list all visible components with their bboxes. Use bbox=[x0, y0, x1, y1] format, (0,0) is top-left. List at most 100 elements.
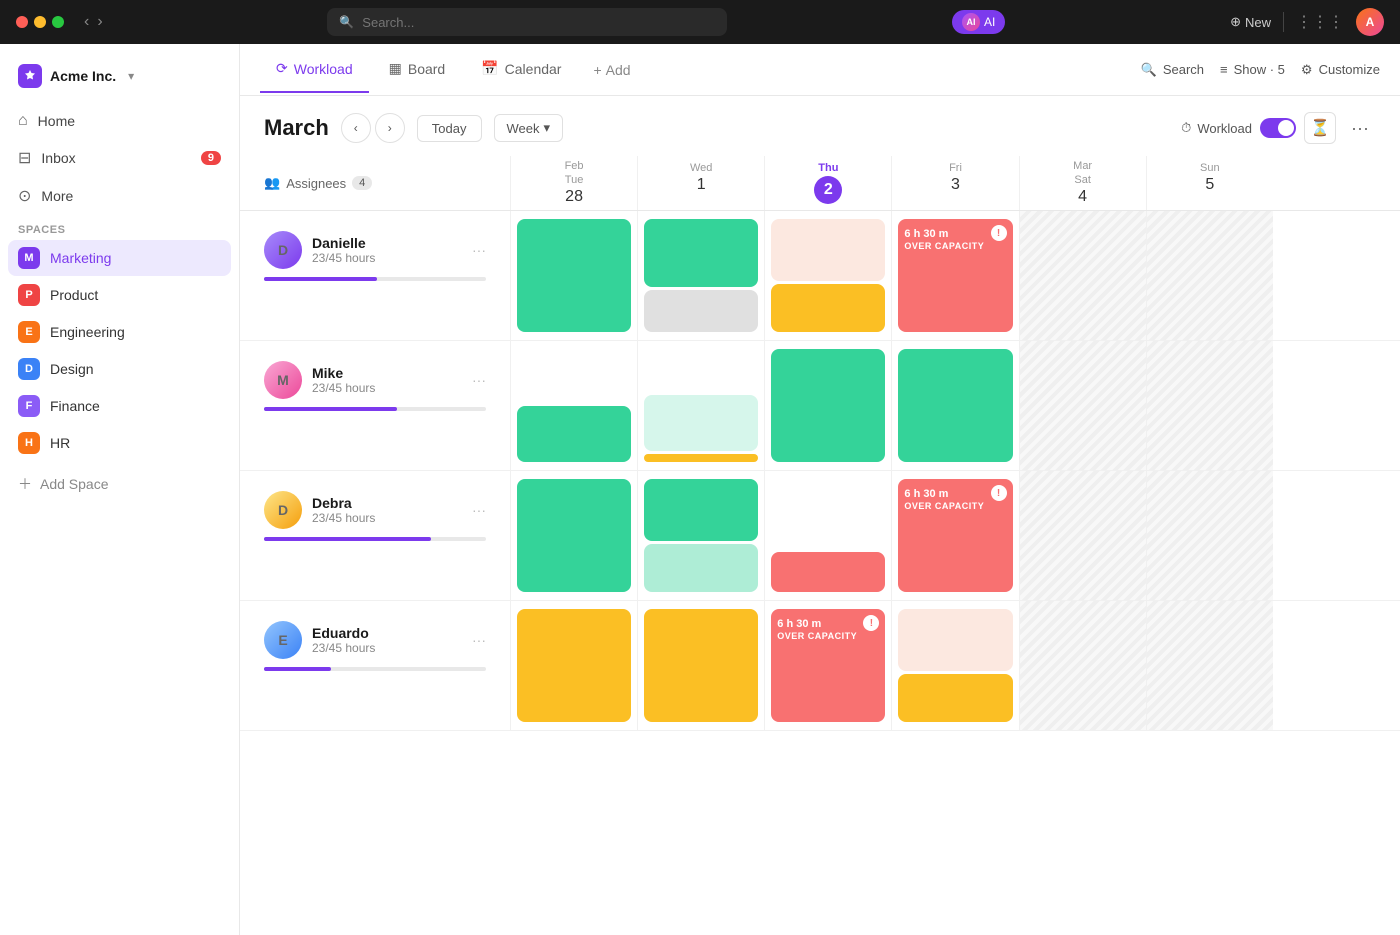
ai-icon: AI bbox=[962, 13, 980, 31]
eduardo-cell-3[interactable] bbox=[891, 601, 1018, 730]
debra-progress-fill bbox=[264, 537, 431, 541]
search-icon: 🔍 bbox=[1141, 62, 1157, 78]
person-row-danielle: D Danielle 23/45 hours ··· bbox=[240, 211, 1400, 341]
add-space-label: Add Space bbox=[40, 476, 109, 492]
mike-menu[interactable]: ··· bbox=[472, 372, 486, 388]
month-nav: ‹ › bbox=[341, 113, 405, 143]
mike-cell-3[interactable] bbox=[891, 341, 1018, 470]
person-header-debra: D Debra 23/45 hours ··· bbox=[264, 491, 486, 529]
content-area: ⟳ Workload ▦ Board 📅 Calendar + Add 🔍 Se… bbox=[240, 44, 1400, 935]
danielle-cell-0[interactable] bbox=[510, 211, 637, 340]
danielle-menu[interactable]: ··· bbox=[472, 242, 486, 258]
next-month-button[interactable]: › bbox=[375, 113, 405, 143]
board-icon: ▦ bbox=[389, 60, 402, 77]
global-search-bar[interactable]: 🔍 bbox=[327, 8, 727, 36]
danielle-cell-2[interactable] bbox=[764, 211, 891, 340]
ai-button[interactable]: AI AI bbox=[952, 10, 1005, 34]
mike-cell-0[interactable] bbox=[510, 341, 637, 470]
cal-month-0: Feb bbox=[511, 160, 637, 172]
sidebar-item-marketing[interactable]: M Marketing bbox=[8, 240, 231, 276]
danielle-cell-1[interactable] bbox=[637, 211, 764, 340]
tab-workload[interactable]: ⟳ Workload bbox=[260, 46, 369, 93]
filter-button[interactable]: ⏳ bbox=[1304, 112, 1336, 144]
user-avatar[interactable]: A bbox=[1356, 8, 1384, 36]
sidebar-item-product[interactable]: P Product bbox=[8, 277, 231, 313]
eduardo-menu[interactable]: ··· bbox=[472, 632, 486, 648]
search-label: Search bbox=[1163, 62, 1204, 77]
tab-calendar-label: Calendar bbox=[505, 61, 562, 77]
search-icon: 🔍 bbox=[339, 15, 354, 29]
prev-month-button[interactable]: ‹ bbox=[341, 113, 371, 143]
new-button[interactable]: ⊕ New bbox=[1230, 14, 1271, 30]
customize-action[interactable]: ⚙ Customize bbox=[1301, 62, 1380, 78]
topbar: ‹ › 🔍 AI AI ⊕ New ⋮⋮⋮ A bbox=[0, 0, 1400, 44]
sidebar-item-more[interactable]: ⊙ More bbox=[8, 178, 231, 214]
mike-cell-1[interactable] bbox=[637, 341, 764, 470]
global-search-input[interactable] bbox=[362, 15, 715, 30]
divider bbox=[1283, 12, 1284, 32]
cal-daynum-1: 1 bbox=[638, 176, 764, 194]
sidebar-item-product-label: Product bbox=[50, 287, 98, 303]
cal-col-2: Thu 2 bbox=[764, 156, 891, 210]
sidebar-item-design[interactable]: D Design bbox=[8, 351, 231, 387]
close-dot[interactable] bbox=[16, 16, 28, 28]
mike-progress-fill bbox=[264, 407, 397, 411]
workload-icon: ⟳ bbox=[276, 60, 288, 77]
sidebar-item-hr-label: HR bbox=[50, 435, 70, 451]
show-label: Show · 5 bbox=[1234, 62, 1285, 77]
back-icon[interactable]: ‹ bbox=[84, 13, 89, 31]
grid-icon[interactable]: ⋮⋮⋮ bbox=[1296, 12, 1344, 32]
mike-cell-2[interactable] bbox=[764, 341, 891, 470]
plus-icon: ＋ bbox=[18, 474, 32, 494]
calendar-columns: Feb Tue 28 Wed 1 Thu 2 bbox=[510, 156, 1400, 210]
maximize-dot[interactable] bbox=[52, 16, 64, 28]
danielle-cells: 6 h 30 m OVER CAPACITY ! bbox=[510, 211, 1400, 340]
more-icon: ⊙ bbox=[18, 186, 31, 206]
person-info-danielle: D Danielle 23/45 hours ··· bbox=[240, 211, 510, 340]
debra-cell-1[interactable] bbox=[637, 471, 764, 600]
tab-board[interactable]: ▦ Board bbox=[373, 46, 462, 93]
sidebar-item-home[interactable]: ⌂ Home bbox=[8, 104, 231, 138]
debra-cell-5 bbox=[1146, 471, 1273, 600]
person-header-mike: M Mike 23/45 hours ··· bbox=[264, 361, 486, 399]
debra-cell-0[interactable] bbox=[510, 471, 637, 600]
tab-calendar[interactable]: 📅 Calendar bbox=[465, 46, 577, 93]
today-button[interactable]: Today bbox=[417, 115, 482, 142]
eduardo-cell-1[interactable] bbox=[637, 601, 764, 730]
workload-controls: March ‹ › Today Week ▾ ⏱ Workload bbox=[240, 96, 1400, 156]
debra-avatar: D bbox=[264, 491, 302, 529]
eduardo-cell-2[interactable]: 6 h 30 m OVER CAPACITY ! bbox=[764, 601, 891, 730]
sidebar-item-inbox[interactable]: ⊟ Inbox 9 bbox=[8, 140, 231, 176]
debra-cell-3[interactable]: 6 h 30 m OVER CAPACITY ! bbox=[891, 471, 1018, 600]
cal-daynum-3: 3 bbox=[892, 176, 1018, 194]
debra-menu[interactable]: ··· bbox=[472, 502, 486, 518]
cal-dayname-3: Fri bbox=[892, 162, 1018, 174]
add-icon: + bbox=[593, 62, 601, 78]
more-options-button[interactable]: ··· bbox=[1344, 112, 1376, 144]
filter-icon: ⏳ bbox=[1310, 118, 1330, 138]
forward-icon[interactable]: › bbox=[97, 13, 102, 31]
tab-add[interactable]: + Add bbox=[581, 54, 642, 86]
workspace-selector[interactable]: Acme Inc. ▾ bbox=[8, 56, 231, 96]
danielle-cell-3[interactable]: 6 h 30 m OVER CAPACITY ! bbox=[891, 211, 1018, 340]
cal-col-5: Sun 5 bbox=[1146, 156, 1273, 210]
minimize-dot[interactable] bbox=[34, 16, 46, 28]
debra-progress-bg bbox=[264, 537, 486, 541]
week-button[interactable]: Week ▾ bbox=[494, 114, 564, 142]
debra-cell-4 bbox=[1019, 471, 1146, 600]
assignees-column-header: 👥 Assignees 4 bbox=[240, 156, 510, 210]
show-action[interactable]: ≡ Show · 5 bbox=[1220, 62, 1285, 77]
cal-dayname-0: Tue bbox=[511, 174, 637, 186]
debra-cell-2[interactable] bbox=[764, 471, 891, 600]
spaces-header: Spaces bbox=[8, 216, 231, 240]
eduardo-cell-0[interactable] bbox=[510, 601, 637, 730]
sidebar-item-finance[interactable]: F Finance bbox=[8, 388, 231, 424]
sidebar-item-engineering[interactable]: E Engineering bbox=[8, 314, 231, 350]
mike-hours: 23/45 hours bbox=[312, 381, 462, 395]
week-label: Week bbox=[507, 121, 540, 136]
sidebar-item-hr[interactable]: H HR bbox=[8, 425, 231, 461]
design-dot: D bbox=[18, 358, 40, 380]
workload-toggle[interactable] bbox=[1260, 118, 1296, 138]
search-action[interactable]: 🔍 Search bbox=[1141, 62, 1204, 78]
add-space-button[interactable]: ＋ Add Space bbox=[8, 466, 231, 502]
